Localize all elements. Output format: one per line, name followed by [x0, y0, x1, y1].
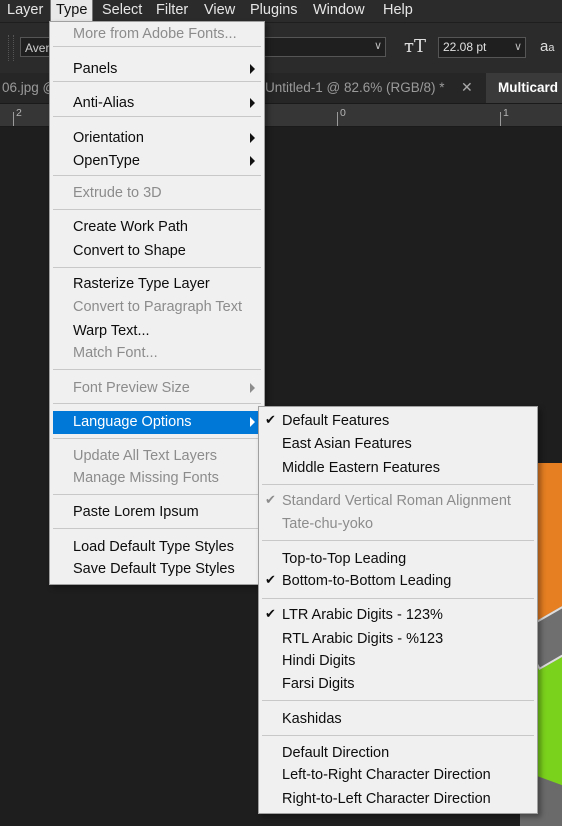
menu-separator	[53, 46, 261, 47]
menu-item-standard-vertical-roman-alignment[interactable]: ✔ Standard Vertical Roman Alignment	[259, 490, 537, 512]
menu-item-convert-to-paragraph-text[interactable]: Convert to Paragraph Text	[50, 296, 264, 318]
menu-separator	[262, 598, 534, 599]
submenu-arrow-icon	[250, 133, 255, 143]
menu-item-match-font[interactable]: Match Font...	[50, 342, 264, 364]
menu-help[interactable]: Help	[378, 0, 418, 22]
menu-item-default-direction[interactable]: Default Direction	[259, 742, 537, 764]
menu-item-top-to-top-leading[interactable]: Top-to-Top Leading	[259, 548, 537, 570]
menu-separator	[262, 700, 534, 701]
ruler-tick	[337, 112, 338, 126]
menu-item-anti-alias[interactable]: Anti-Alias	[50, 92, 264, 114]
ruler-label: 0	[340, 107, 346, 119]
menu-item-east-asian-features[interactable]: East Asian Features	[259, 433, 537, 455]
menu-item-convert-to-shape[interactable]: Convert to Shape	[50, 240, 264, 262]
checkmark-icon: ✔	[265, 607, 276, 622]
submenu-arrow-icon	[250, 417, 255, 427]
menu-separator	[53, 528, 261, 529]
menu-separator	[53, 81, 261, 82]
menu-item-default-features[interactable]: ✔ Default Features	[259, 410, 537, 432]
menu-separator	[262, 484, 534, 485]
menu-item-rtl-arabic-digits[interactable]: RTL Arabic Digits - %123	[259, 628, 537, 650]
font-family-field[interactable]: Aven	[20, 37, 50, 57]
ruler-tick	[13, 112, 14, 126]
type-menu: More from Adobe Fonts... Panels Anti-Ali…	[49, 21, 265, 585]
menu-item-load-default-type-styles[interactable]: Load Default Type Styles	[50, 536, 264, 558]
menu-type[interactable]: Type	[49, 0, 94, 23]
language-options-submenu: ✔ Default Features East Asian Features Mi…	[258, 406, 538, 814]
chevron-down-icon: ∨	[513, 41, 522, 53]
font-size-icon: ᴛT	[404, 36, 426, 57]
menu-separator	[262, 735, 534, 736]
menu-separator	[53, 209, 261, 210]
submenu-arrow-icon	[250, 64, 255, 74]
menu-item-update-all-text-layers[interactable]: Update All Text Layers	[50, 445, 264, 467]
close-icon[interactable]: ✕	[461, 73, 473, 103]
menu-item-font-preview-size[interactable]: Font Preview Size	[50, 377, 264, 399]
menu-separator	[53, 116, 261, 117]
menu-item-panels[interactable]: Panels	[50, 58, 264, 80]
menu-separator	[53, 438, 261, 439]
menu-window[interactable]: Window	[308, 0, 370, 22]
menu-item-bottom-to-bottom-leading[interactable]: ✔ Bottom-to-Bottom Leading	[259, 570, 537, 592]
submenu-arrow-icon	[250, 383, 255, 393]
checkmark-icon: ✔	[265, 413, 276, 428]
menu-item-manage-missing-fonts[interactable]: Manage Missing Fonts	[50, 467, 264, 489]
anti-alias-icon[interactable]: aa	[540, 38, 554, 55]
menu-item-language-options[interactable]: Language Options	[53, 411, 261, 434]
menu-layer[interactable]: Layer	[2, 0, 48, 22]
menu-select[interactable]: Select	[97, 0, 147, 22]
checkmark-icon: ✔	[265, 573, 276, 588]
menu-separator	[53, 369, 261, 370]
menu-item-ltr-arabic-digits[interactable]: ✔ LTR Arabic Digits - 123%	[259, 604, 537, 626]
menu-item-farsi-digits[interactable]: Farsi Digits	[259, 673, 537, 695]
menu-item-right-to-left-character-direction[interactable]: Right-to-Left Character Direction	[259, 788, 537, 810]
menu-item-extrude-to-3d[interactable]: Extrude to 3D	[50, 182, 264, 204]
menu-separator	[53, 175, 261, 176]
menu-bar: Layer Type Select Filter View Plugins Wi…	[0, 0, 562, 23]
checkmark-icon: ✔	[265, 493, 276, 508]
menu-item-paste-lorem-ipsum[interactable]: Paste Lorem Ipsum	[50, 501, 264, 523]
menu-item-left-to-right-character-direction[interactable]: Left-to-Right Character Direction	[259, 764, 537, 786]
font-size-field[interactable]: 22.08 pt ∨	[438, 37, 526, 58]
submenu-arrow-icon	[250, 98, 255, 108]
menu-separator	[262, 540, 534, 541]
font-style-dropdown[interactable]: ∨	[264, 37, 386, 57]
submenu-arrow-icon	[250, 156, 255, 166]
menu-item-orientation[interactable]: Orientation	[50, 127, 264, 149]
font-size-value: 22.08 pt	[443, 40, 487, 54]
menu-item-rasterize-type-layer[interactable]: Rasterize Type Layer	[50, 273, 264, 295]
tab-multicard[interactable]: Multicard	[486, 73, 562, 103]
menu-view[interactable]: View	[199, 0, 240, 22]
ruler-label: 2	[16, 107, 22, 119]
ruler-label: 1	[503, 107, 509, 119]
menu-item-more-from-adobe-fonts[interactable]: More from Adobe Fonts...	[50, 23, 264, 45]
menu-item-opentype[interactable]: OpenType	[50, 150, 264, 172]
menu-separator	[53, 267, 261, 268]
menu-filter[interactable]: Filter	[151, 0, 193, 22]
menu-separator	[53, 403, 261, 404]
menu-item-kashidas[interactable]: Kashidas	[259, 708, 537, 730]
menu-item-save-default-type-styles[interactable]: Save Default Type Styles	[50, 558, 264, 580]
ruler-tick	[500, 112, 501, 126]
menu-item-create-work-path[interactable]: Create Work Path	[50, 216, 264, 238]
menu-plugins[interactable]: Plugins	[245, 0, 303, 22]
menu-separator	[53, 494, 261, 495]
chevron-down-icon: ∨	[373, 40, 382, 52]
menu-item-warp-text[interactable]: Warp Text...	[50, 320, 264, 342]
grip-handle[interactable]	[8, 35, 14, 61]
menu-item-middle-eastern-features[interactable]: Middle Eastern Features	[259, 457, 537, 479]
menu-item-tate-chu-yoko[interactable]: Tate-chu-yoko	[259, 513, 537, 535]
tab-untitled-1[interactable]: Untitled-1 @ 82.6% (RGB/8) *	[265, 73, 445, 103]
menu-item-hindi-digits[interactable]: Hindi Digits	[259, 650, 537, 672]
